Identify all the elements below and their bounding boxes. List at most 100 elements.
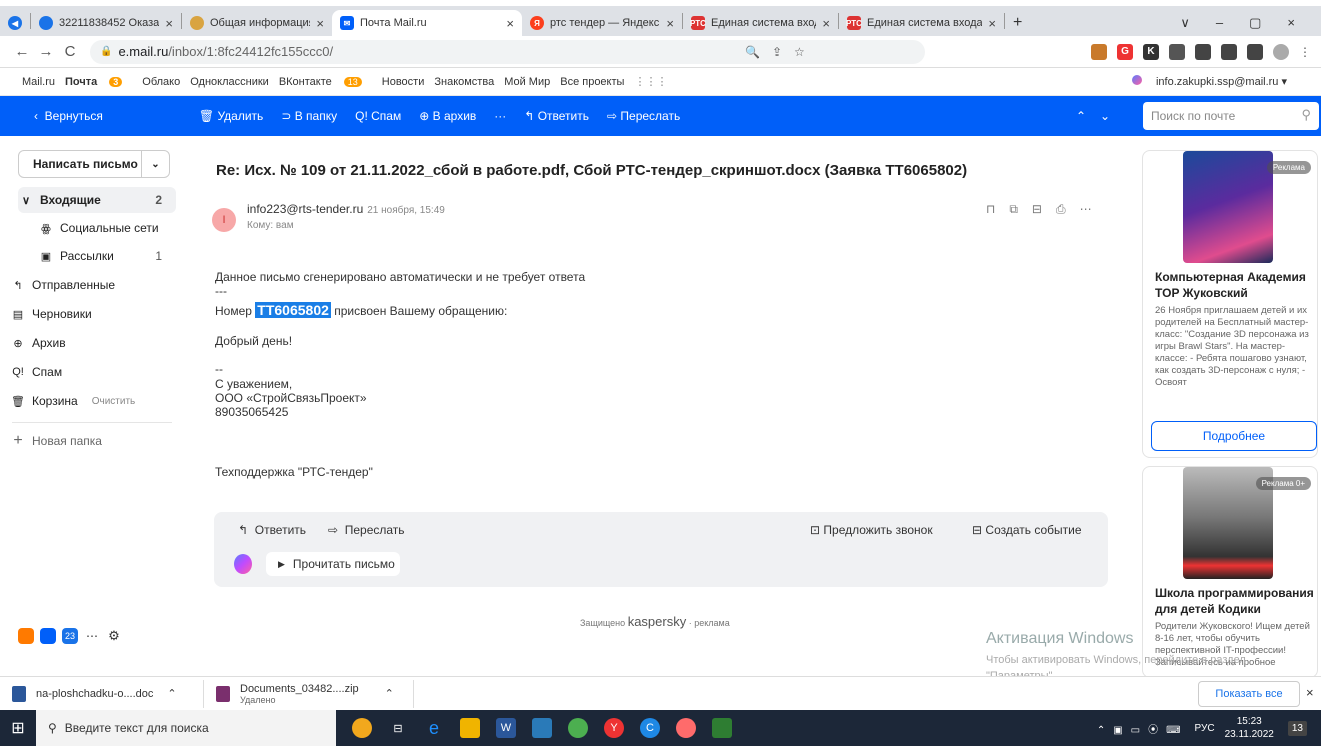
kebab-menu-icon[interactable]: ⋮ [1299,45,1311,59]
tab-1[interactable]: 32211838452 Оказание у× [31,10,181,36]
tab-6[interactable]: РТС Единая система входа × [839,10,1004,36]
weather-icon[interactable] [352,718,372,738]
portal-link-cloud[interactable]: Облако [142,76,180,88]
contacts-app-icon[interactable] [40,628,56,644]
more-actions-button[interactable]: ··· [494,109,506,123]
download-item[interactable]: na-ploshchadku-o....doc ⌃ [0,679,204,708]
portal-link-ok[interactable]: Одноклассники [190,76,269,88]
message-action-icons[interactable]: ⊓⧉⊟⎙⋯ [986,202,1106,217]
sidebar-item-archive[interactable]: ⊕ Архив [10,330,168,356]
forward-button[interactable]: ⇨ Переслать [607,109,680,123]
archive-button[interactable]: ⊕ В архив [419,109,476,123]
file-explorer-icon[interactable] [460,718,480,738]
profile-icon[interactable] [1273,43,1289,60]
close-icon[interactable]: × [988,16,996,31]
extension-icon[interactable]: K [1143,43,1159,60]
sender-email[interactable]: info223@rts-tender.ru [247,202,363,216]
download-item[interactable]: Documents_03482....zip Удалено ⌃ [204,679,414,708]
forward-arrow-icon[interactable]: → [34,43,58,60]
edge-icon[interactable]: e [424,718,444,738]
grid-icon[interactable]: ⋮⋮⋮ [634,75,667,88]
yandex-browser-icon[interactable]: Y [604,718,624,738]
clear-trash-link[interactable]: Очистить [92,396,136,407]
extension-icon[interactable] [1169,43,1185,60]
tab-search-button[interactable]: ◀ [0,10,30,36]
sidebar-item-drafts[interactable]: ▤ Черновики [10,301,168,327]
portal-link-mail[interactable]: Почта 3 [65,76,132,88]
tray-icons[interactable]: ⌃▣▭⦿⌨ [1097,721,1189,736]
close-icon[interactable]: × [165,16,173,31]
back-arrow-icon[interactable]: ← [10,43,34,60]
close-icon[interactable]: × [666,16,674,31]
show-all-downloads-button[interactable]: Показать все [1198,681,1300,707]
chrome-icon[interactable] [568,718,588,738]
prev-next-arrows[interactable]: ⌃⌄ [1076,109,1124,123]
notifications-icon[interactable]: 13 [1287,720,1307,736]
word-icon[interactable]: W [496,718,516,738]
portal-link-vk[interactable]: ВКонтакте 13 [279,76,372,88]
reply-button[interactable]: ↰ Ответить [524,109,589,123]
sidebar-item-sent[interactable]: ↰ Отправленные [10,272,168,298]
calendar-app-icon[interactable]: 23 [62,628,78,644]
cloud-app-icon[interactable] [18,628,34,644]
search-input[interactable]: Поиск по почте ⚲ [1143,102,1319,130]
input-language[interactable]: РУС [1195,723,1215,734]
move-to-folder-button[interactable]: ⊃ В папку [281,109,337,123]
app-icon[interactable]: C [640,718,660,738]
close-icon[interactable]: × [1306,685,1314,700]
back-button[interactable]: ‹ Вернуться [34,109,103,123]
create-event-button[interactable]: ⊟ Создать событие [972,523,1082,537]
sidebar-item-social[interactable]: ꙮ Социальные сети [18,215,176,241]
close-icon[interactable]: × [506,16,514,31]
chevron-up-icon[interactable]: ⌃ [167,687,176,700]
window-controls[interactable]: ∨–▢× [1172,10,1321,36]
compose-button[interactable]: Написать письмо ⌄ [18,150,170,178]
app-icon[interactable] [712,718,732,738]
chevron-down-icon[interactable]: ⌄ [141,151,169,177]
read-aloud-button[interactable]: ▶ Прочитать письмо [266,552,400,576]
ad-card-top-academy[interactable]: Реклама Компьютерная Академия TOP Жуковс… [1142,150,1318,458]
spam-button[interactable]: Q! Спам [355,109,401,123]
gear-icon[interactable]: ⚙ [106,628,122,644]
portal-link-dating[interactable]: Знакомства [434,76,494,88]
ad-card-kodiki[interactable]: Реклама 0+ Школа программирования для де… [1142,466,1318,678]
task-view-icon[interactable]: ⊟ [388,718,408,738]
windows-start-icon[interactable]: ⊞ [0,710,36,746]
more-apps-icon[interactable]: ⋯ [84,628,100,644]
taskbar-search-input[interactable]: ⚲ Введите текст для поиска [36,710,336,746]
sidebar-item-inbox[interactable]: ∨ Входящие 2 [18,187,176,213]
ad-more-button[interactable]: Подробнее [1151,421,1317,451]
portal-link-mailru[interactable]: Mail.ru [22,76,55,88]
app-icon[interactable] [532,718,552,738]
new-folder-button[interactable]: + Новая папка [10,428,168,454]
tab-2[interactable]: Общая информация × [182,10,332,36]
marusia-assistant-icon[interactable] [234,554,252,574]
tab-3-active[interactable]: ✉ Почта Mail.ru × [332,10,522,36]
tab-4[interactable]: Яртс тендер — Яндекс: на× [522,10,682,36]
app-icon[interactable] [676,718,696,738]
sidepanel-icon[interactable] [1247,43,1263,60]
url-actions-icons[interactable]: 🔍⇪☆ [745,45,817,59]
puzzle-icon[interactable] [1221,43,1237,60]
extension-icon[interactable] [1091,43,1107,60]
portal-link-myworld[interactable]: Мой Мир [504,76,550,88]
quick-reply-button[interactable]: ↰ Ответить [238,523,306,537]
delete-button[interactable]: 🗑 Удалить [199,109,263,123]
chevron-up-icon[interactable]: ⌃ [385,687,394,700]
close-icon[interactable]: × [316,16,324,31]
tab-5[interactable]: РТС Единая система входа × [683,10,838,36]
new-tab-button[interactable]: + [1005,10,1035,36]
portal-link-all-projects[interactable]: Все проекты [560,76,624,88]
sender-avatar[interactable]: I [212,208,236,232]
extension-icon[interactable]: G [1117,43,1133,60]
suggest-call-button[interactable]: ⊡ Предложить звонок [810,523,933,537]
shield-icon[interactable] [1195,43,1211,60]
sidebar-item-trash[interactable]: 🗑 Корзина Очистить [10,388,168,414]
close-icon[interactable]: × [822,16,830,31]
quick-forward-button[interactable]: ⇨ Переслать [328,523,405,537]
reload-icon[interactable]: C [58,43,82,60]
taskbar-clock[interactable]: 15:23 23.11.2022 [1225,715,1274,741]
portal-link-news[interactable]: Новости [382,76,425,88]
sidebar-item-newsletters[interactable]: ▣ Рассылки 1 [18,243,176,269]
sidebar-item-spam[interactable]: Q! Спам [10,359,168,385]
